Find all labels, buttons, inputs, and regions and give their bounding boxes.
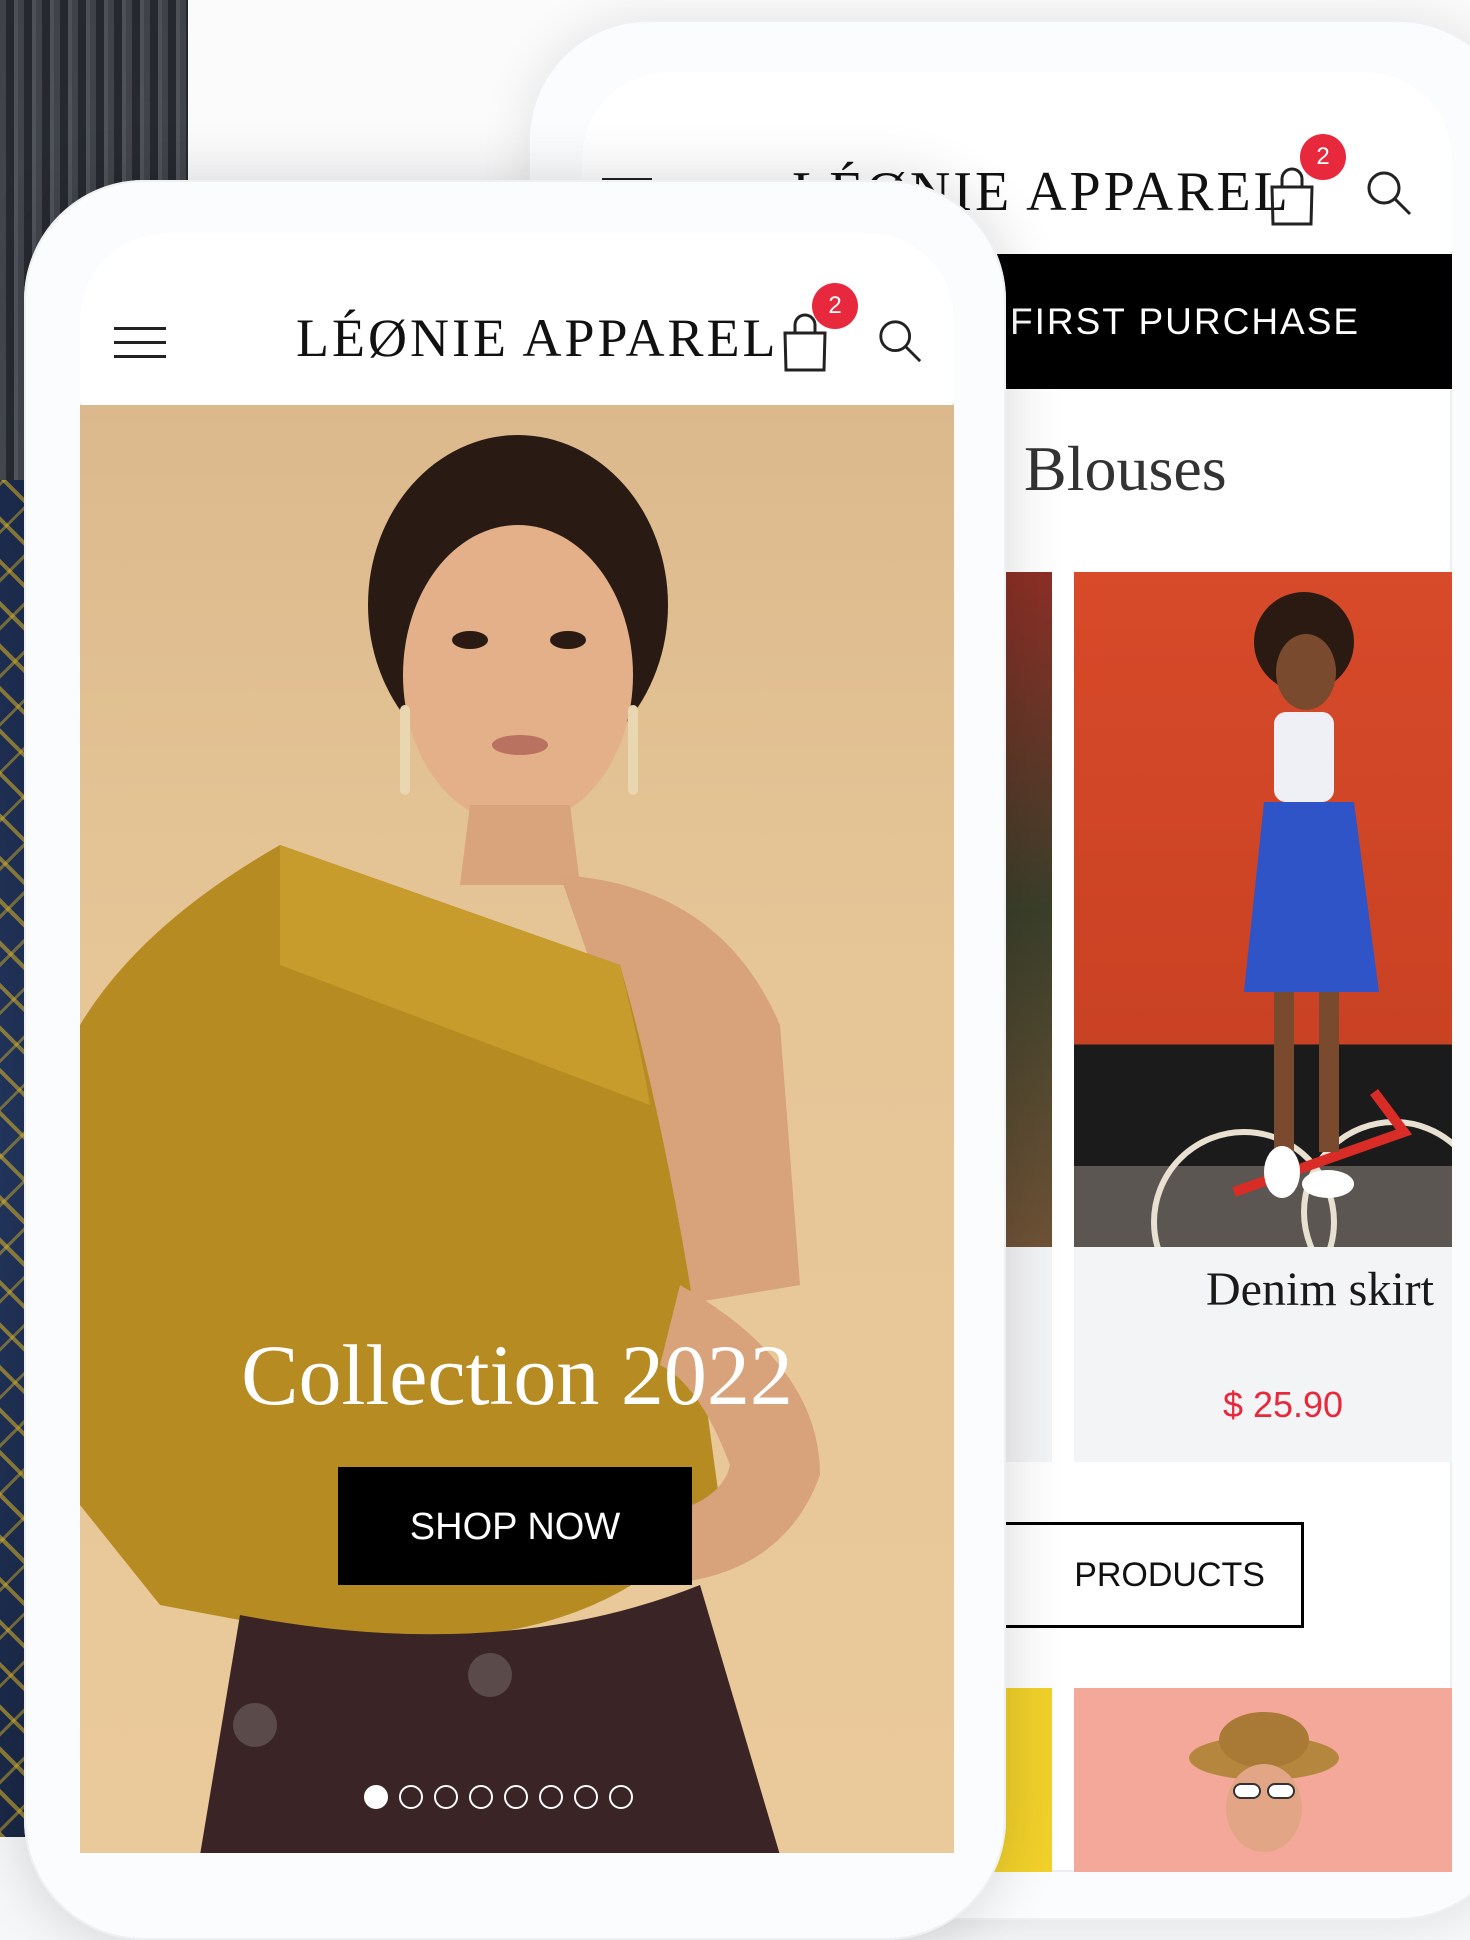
search-icon[interactable] xyxy=(1364,168,1414,218)
carousel-dot[interactable] xyxy=(399,1785,423,1809)
carousel-dot[interactable] xyxy=(504,1785,528,1809)
product-card[interactable]: Denim skirt $ 25.90 xyxy=(1074,572,1452,1462)
carousel-indicator xyxy=(364,1785,633,1809)
product-price: $ 25.90 xyxy=(1222,1384,1344,1425)
product-name: Denim skirt xyxy=(1206,1263,1434,1316)
carousel-dot[interactable] xyxy=(539,1785,563,1809)
carousel-dot[interactable] xyxy=(574,1785,598,1809)
carousel-dot[interactable] xyxy=(364,1785,388,1809)
search-icon[interactable] xyxy=(876,317,924,365)
product-image xyxy=(1074,572,1452,1247)
product-photo-illustration xyxy=(1151,592,1452,1247)
brand-logo[interactable]: LÉØNIE APPAREL xyxy=(296,307,779,369)
cart-count-badge: 2 xyxy=(812,283,858,329)
carousel-dot[interactable] xyxy=(469,1785,493,1809)
hero-title: Collection 2022 xyxy=(241,1327,793,1423)
hero-banner[interactable]: Collection 2022 SHOP NOW xyxy=(80,405,954,1853)
product-card[interactable] xyxy=(1074,1688,1452,1872)
hero-model-illustration xyxy=(80,435,820,1853)
carousel-dot[interactable] xyxy=(609,1785,633,1809)
product-photo-illustration xyxy=(1189,1712,1339,1852)
front-phone-screen: LÉØNIE APPAREL 2 Collection 2022 SHOP NO… xyxy=(80,233,954,1853)
shop-now-button[interactable]: SHOP NOW xyxy=(338,1467,692,1585)
menu-icon[interactable] xyxy=(114,327,166,369)
cart-count-badge: 2 xyxy=(1300,134,1346,180)
front-header: LÉØNIE APPAREL 2 xyxy=(80,233,954,403)
carousel-dot[interactable] xyxy=(434,1785,458,1809)
section-title: Blouses xyxy=(1024,433,1227,504)
